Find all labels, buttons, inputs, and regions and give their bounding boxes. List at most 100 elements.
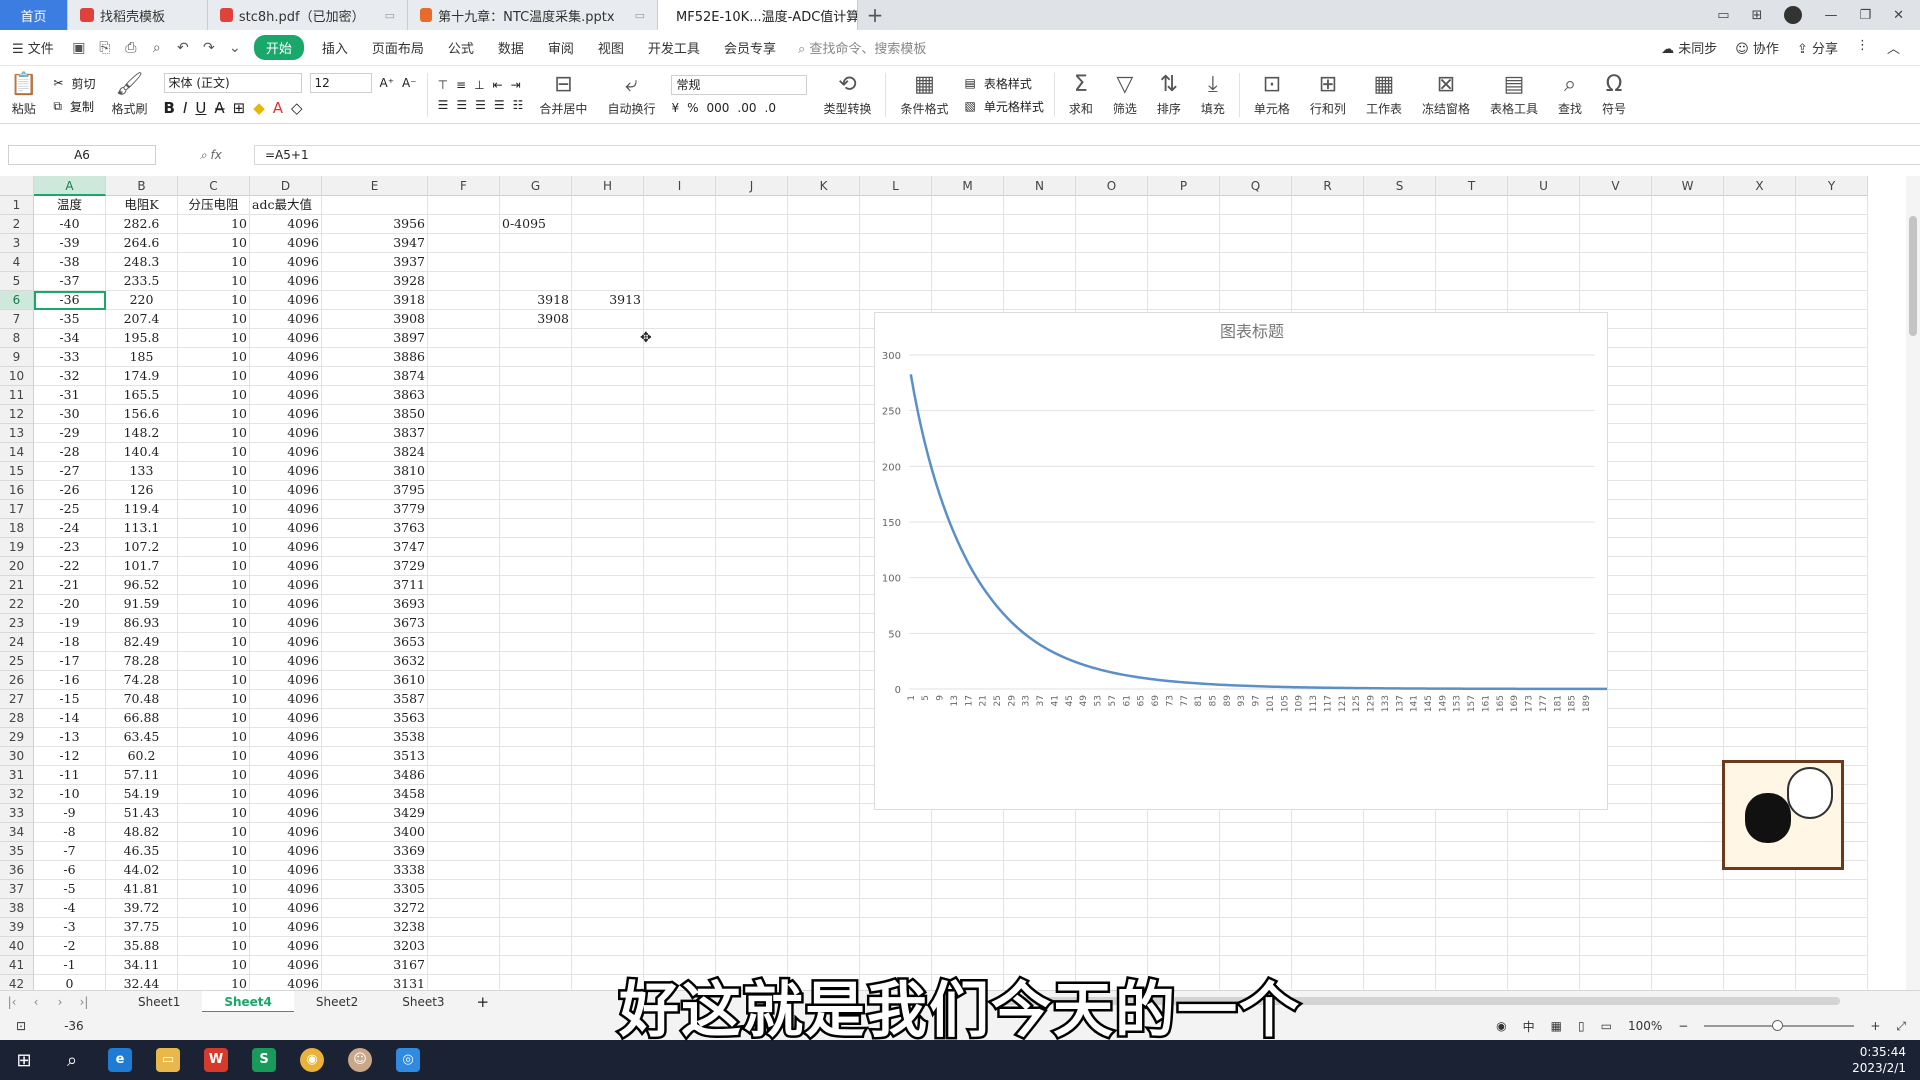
cell[interactable]: 10 (178, 595, 250, 614)
select-all-corner[interactable] (0, 176, 34, 196)
cell[interactable] (788, 329, 860, 348)
cell[interactable] (644, 899, 716, 918)
cell[interactable] (932, 272, 1004, 291)
cell[interactable] (500, 633, 572, 652)
cell[interactable] (572, 804, 644, 823)
row-header[interactable]: 7 (0, 310, 34, 329)
bold-icon[interactable]: B (164, 99, 175, 117)
cell[interactable]: 195.8 (106, 329, 178, 348)
cell[interactable]: 126 (106, 481, 178, 500)
cell[interactable] (932, 234, 1004, 253)
cell[interactable]: 60.2 (106, 747, 178, 766)
cell[interactable]: 3779 (322, 500, 428, 519)
cell[interactable] (1364, 234, 1436, 253)
cell[interactable] (932, 899, 1004, 918)
align-center-icon[interactable]: ☰ (456, 98, 467, 112)
cell[interactable]: 3458 (322, 785, 428, 804)
cell[interactable]: -16 (34, 671, 106, 690)
cell[interactable] (716, 728, 788, 747)
row-header[interactable]: 8 (0, 329, 34, 348)
cell[interactable] (572, 557, 644, 576)
cell[interactable] (860, 899, 932, 918)
cell[interactable] (428, 842, 500, 861)
cell[interactable] (860, 272, 932, 291)
cell[interactable] (788, 234, 860, 253)
cell[interactable] (1292, 215, 1364, 234)
cell[interactable]: 48.82 (106, 823, 178, 842)
cell[interactable]: 107.2 (106, 538, 178, 557)
cell[interactable]: 41.81 (106, 880, 178, 899)
cell[interactable]: 10 (178, 652, 250, 671)
cell[interactable] (644, 215, 716, 234)
sum-button[interactable]: Σ 求和 (1059, 72, 1103, 117)
cell[interactable] (1652, 861, 1724, 880)
cell[interactable] (1220, 842, 1292, 861)
cell[interactable] (1652, 804, 1724, 823)
minimize-icon[interactable]: — (1824, 8, 1837, 23)
cell[interactable] (788, 348, 860, 367)
tab-2[interactable]: stc8h.pdf（已加密） ▭ (208, 0, 408, 30)
cell[interactable]: 10 (178, 272, 250, 291)
cell[interactable] (716, 823, 788, 842)
cell[interactable] (788, 519, 860, 538)
cell[interactable]: 4096 (250, 842, 322, 861)
cell[interactable] (1652, 424, 1724, 443)
cell[interactable] (500, 462, 572, 481)
cell[interactable] (572, 937, 644, 956)
cell[interactable] (1796, 557, 1868, 576)
cell[interactable] (1652, 272, 1724, 291)
column-header[interactable]: T (1436, 176, 1508, 196)
thousands-icon[interactable]: 000 (707, 101, 730, 115)
cell[interactable]: 35.88 (106, 937, 178, 956)
cell[interactable] (1652, 196, 1724, 215)
column-header[interactable]: U (1508, 176, 1580, 196)
cell[interactable] (716, 462, 788, 481)
cell[interactable]: 10 (178, 557, 250, 576)
cell[interactable]: -20 (34, 595, 106, 614)
cell[interactable]: -31 (34, 386, 106, 405)
cell[interactable] (716, 500, 788, 519)
cell[interactable] (1724, 272, 1796, 291)
cell[interactable] (500, 614, 572, 633)
cell[interactable] (428, 462, 500, 481)
cell[interactable] (1508, 196, 1580, 215)
cell[interactable] (428, 253, 500, 272)
cell[interactable]: 电阻K (106, 196, 178, 215)
column-header[interactable]: L (860, 176, 932, 196)
cell[interactable] (1292, 272, 1364, 291)
cell[interactable] (1436, 196, 1508, 215)
cell[interactable] (1148, 291, 1220, 310)
italic-icon[interactable]: I (183, 99, 187, 117)
cell[interactable]: 4096 (250, 823, 322, 842)
cell[interactable] (1004, 291, 1076, 310)
cell[interactable] (716, 405, 788, 424)
cell[interactable]: 156.6 (106, 405, 178, 424)
cell[interactable]: 82.49 (106, 633, 178, 652)
tab-start[interactable]: 开始 (253, 35, 304, 60)
cell[interactable] (1796, 291, 1868, 310)
cell[interactable] (1148, 253, 1220, 272)
row-header[interactable]: 26 (0, 671, 34, 690)
cell[interactable] (1652, 310, 1724, 329)
cell[interactable] (572, 462, 644, 481)
cell[interactable] (1796, 481, 1868, 500)
cell[interactable]: 4096 (250, 614, 322, 633)
cell[interactable] (1508, 842, 1580, 861)
cell[interactable] (1076, 937, 1148, 956)
cell[interactable]: 3937 (322, 253, 428, 272)
cell[interactable] (1436, 253, 1508, 272)
cell[interactable]: 4096 (250, 310, 322, 329)
cell[interactable]: 10 (178, 937, 250, 956)
cell[interactable] (1436, 937, 1508, 956)
cell[interactable] (1580, 196, 1652, 215)
cell[interactable] (500, 576, 572, 595)
clear-icon[interactable]: ◇ (291, 99, 303, 117)
cell[interactable]: 96.52 (106, 576, 178, 595)
cell[interactable]: 3338 (322, 861, 428, 880)
cell[interactable] (644, 424, 716, 443)
tab-4[interactable]: MF52E-10K...温度-ADC值计算● (658, 0, 858, 30)
cell[interactable] (322, 196, 428, 215)
cell[interactable] (1148, 272, 1220, 291)
cell[interactable] (1508, 861, 1580, 880)
format-painter-button[interactable]: 🖌 格式刷 (101, 72, 157, 117)
